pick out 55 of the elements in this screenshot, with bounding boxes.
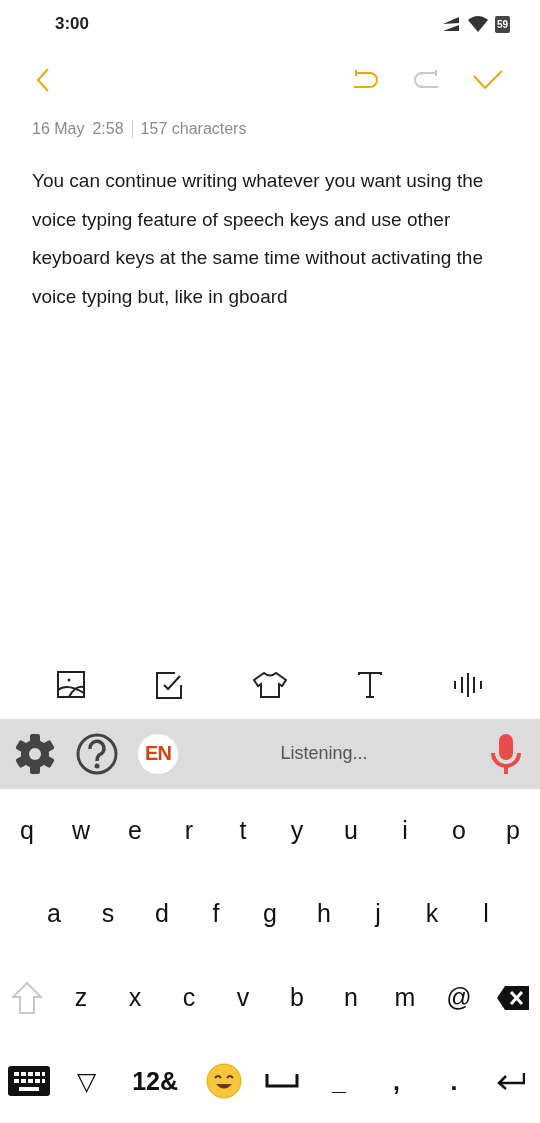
key[interactable]: q bbox=[0, 815, 54, 845]
key[interactable]: k bbox=[405, 899, 459, 929]
language-badge[interactable]: EN bbox=[138, 733, 178, 774]
key[interactable]: p bbox=[486, 815, 540, 845]
key[interactable]: i bbox=[378, 815, 432, 845]
key[interactable]: l bbox=[459, 899, 513, 929]
key[interactable]: @ bbox=[432, 983, 486, 1013]
hide-keyboard-key[interactable]: ▽ bbox=[57, 1066, 115, 1096]
key[interactable]: h bbox=[297, 899, 351, 929]
text-format-icon[interactable] bbox=[357, 671, 382, 698]
listening-status: Listening... bbox=[279, 743, 369, 764]
key[interactable]: n bbox=[324, 983, 378, 1013]
key[interactable]: , bbox=[367, 1066, 426, 1096]
key[interactable]: f bbox=[189, 899, 243, 929]
keyboard-icon[interactable] bbox=[7, 1066, 50, 1097]
key[interactable]: y bbox=[270, 815, 324, 845]
battery-icon: 59 bbox=[494, 15, 510, 33]
note-text[interactable]: You can continue writing whatever you want using the voice typing feature of speech keys and use other keyboard keys at the same time without activating the voice typing but, like in gboard bbox=[0, 162, 540, 316]
key[interactable]: t bbox=[216, 815, 270, 845]
character-count: 157 characters bbox=[140, 120, 247, 138]
key[interactable]: _ bbox=[310, 1066, 368, 1096]
key[interactable]: j bbox=[351, 899, 405, 929]
key[interactable]: d bbox=[135, 899, 189, 929]
key[interactable]: w bbox=[54, 815, 108, 845]
key[interactable]: u bbox=[324, 815, 378, 845]
key[interactable]: . bbox=[425, 1066, 483, 1096]
image-icon[interactable] bbox=[57, 670, 86, 699]
key[interactable]: b bbox=[270, 983, 324, 1013]
key[interactable]: a bbox=[27, 899, 81, 929]
key[interactable]: s bbox=[81, 899, 135, 929]
settings-icon[interactable] bbox=[14, 732, 56, 775]
key[interactable]: o bbox=[432, 815, 486, 845]
key[interactable]: m bbox=[378, 983, 432, 1013]
help-icon[interactable] bbox=[76, 732, 118, 775]
smiley-icon[interactable] bbox=[206, 1063, 243, 1100]
key[interactable]: r bbox=[162, 815, 216, 845]
key[interactable]: x bbox=[108, 983, 162, 1013]
microphone-icon[interactable] bbox=[490, 732, 522, 775]
shirt-icon[interactable] bbox=[253, 671, 287, 698]
waveform-icon[interactable] bbox=[452, 671, 483, 698]
key[interactable]: v bbox=[216, 983, 270, 1013]
backspace-icon[interactable] bbox=[496, 984, 530, 1011]
check-icon[interactable] bbox=[472, 69, 504, 91]
key[interactable]: e bbox=[108, 815, 162, 845]
wifi-icon bbox=[466, 15, 489, 33]
note-date: 16 May bbox=[32, 120, 85, 138]
space-icon[interactable] bbox=[264, 1074, 299, 1089]
enter-icon[interactable] bbox=[497, 1072, 526, 1091]
key[interactable]: c bbox=[162, 983, 216, 1013]
key[interactable]: z bbox=[54, 983, 108, 1013]
checkbox-icon[interactable] bbox=[156, 670, 183, 699]
note-time: 2:58 bbox=[92, 120, 124, 138]
status-time: 3:00 bbox=[55, 14, 90, 34]
symbols-key[interactable]: 12& bbox=[114, 1066, 196, 1096]
key[interactable]: g bbox=[243, 899, 297, 929]
